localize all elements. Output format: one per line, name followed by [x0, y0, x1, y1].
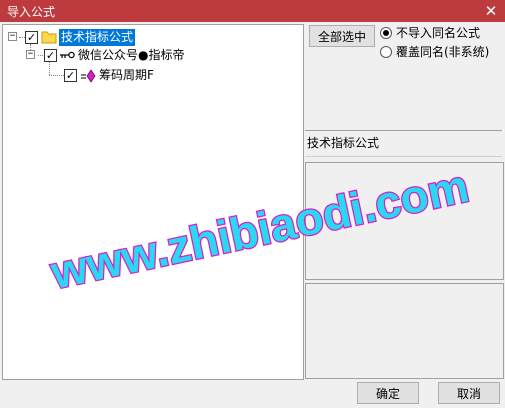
radio-overwrite-duplicates-label: 覆盖同名(非系统) — [396, 45, 490, 59]
radio-skip-duplicates-label: 不导入同名公式 — [396, 26, 481, 40]
diamond-icon — [81, 69, 96, 83]
node-checkbox[interactable]: ✓ — [44, 49, 57, 62]
node-label: 筹码周期F — [99, 68, 154, 82]
cancel-button[interactable]: 取消 — [438, 382, 500, 404]
collapse-toggle-icon[interactable]: − — [26, 50, 35, 59]
node-checkbox[interactable]: ✓ — [64, 69, 77, 82]
tree-node-wechat-group[interactable]: − ✓ 微信公众号●指标帝 — [3, 47, 303, 64]
radio-skip-duplicates[interactable] — [380, 27, 392, 39]
select-all-button[interactable]: 全部选中 — [309, 25, 375, 47]
node-label: 微信公众号●指标帝 — [78, 48, 185, 62]
tree-node-chip-cycle[interactable]: ✓ 筹码周期F — [3, 67, 303, 84]
window-title: 导入公式 — [7, 5, 56, 19]
collapse-toggle-icon[interactable]: − — [8, 32, 17, 41]
radio-overwrite-duplicates[interactable] — [380, 46, 392, 58]
formula-name-text: 技术指标公式 — [307, 136, 380, 150]
formula-description-area[interactable] — [305, 162, 504, 280]
node-label: 技术指标公式 — [59, 29, 136, 46]
folder-icon — [41, 31, 57, 44]
tree-node-technical-formulas[interactable]: − ✓ 技术指标公式 — [3, 29, 303, 46]
key-icon — [60, 51, 75, 59]
formula-params-area[interactable] — [305, 283, 504, 379]
formula-name-display: 技术指标公式 — [305, 130, 502, 157]
title-bar: 导入公式 ✕ — [0, 0, 505, 22]
ok-button[interactable]: 确定 — [357, 382, 419, 404]
import-formula-dialog: 导入公式 ✕ − ✓ 技术指标公式 − ✓ 微信公众号●指标帝 ✓ 筹码周期F … — [0, 0, 505, 408]
node-checkbox[interactable]: ✓ — [25, 31, 38, 44]
formula-tree: − ✓ 技术指标公式 − ✓ 微信公众号●指标帝 ✓ 筹码周期F — [2, 24, 304, 380]
close-icon[interactable]: ✕ — [479, 0, 503, 22]
